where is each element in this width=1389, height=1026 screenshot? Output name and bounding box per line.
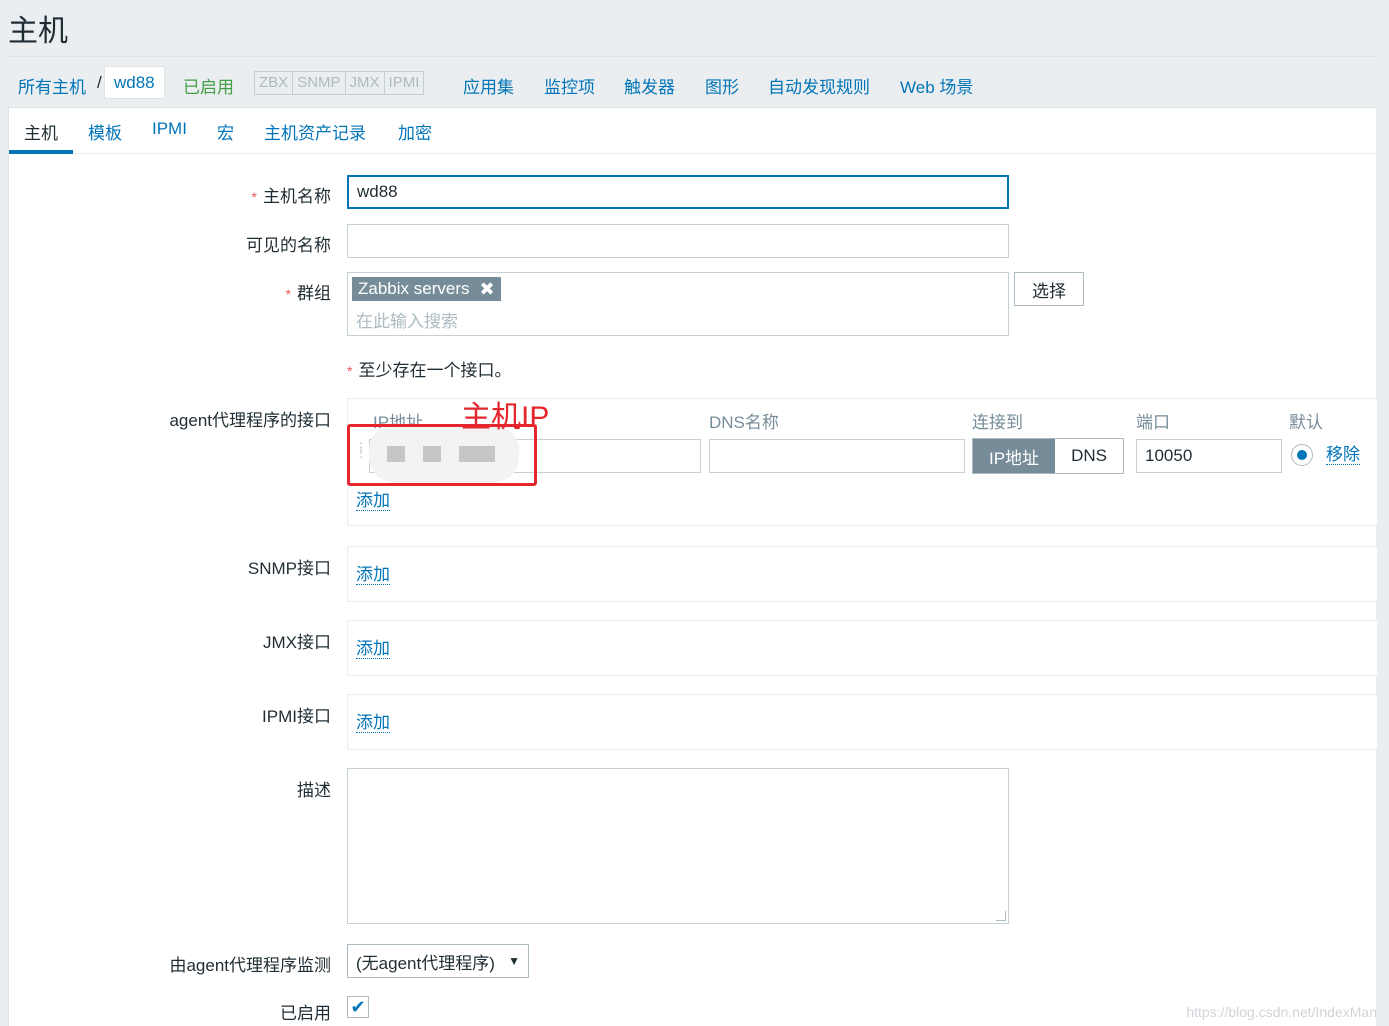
ipmi-interface-label: IPMI接口 [262, 707, 331, 726]
nav-triggers[interactable]: 触发器 [624, 73, 675, 98]
proxy-select[interactable]: (无agent代理程序) ▼ [347, 944, 529, 978]
group-chip: Zabbix servers ✖ [352, 277, 501, 301]
groups-label-text: 群组 [297, 284, 331, 303]
breadcrumb-all-hosts[interactable]: 所有主机 [18, 73, 86, 98]
description-label: 描述 [297, 781, 331, 800]
tab-macros[interactable]: 宏 [217, 119, 234, 144]
badge-snmp: SNMP [293, 72, 346, 94]
interfaces-hint-text: 至少存在一个接口。 [358, 361, 512, 380]
groups-search-placeholder[interactable]: 在此输入搜索 [356, 307, 458, 332]
group-chip-label: Zabbix servers [358, 279, 470, 298]
host-form-card: 主机 模板 IPMI 宏 主机资产记录 加密 * 主机名称 可见的名称 * 群组 Z… [8, 108, 1377, 1026]
tab-encryption[interactable]: 加密 [398, 119, 432, 144]
jmx-interface-box [347, 620, 1377, 676]
host-navigation-bar: 所有主机 / wd88 已启用 ZBX SNMP JMX IPMI 应用集 监控… [8, 56, 1376, 108]
snmp-interface-label: SNMP接口 [247, 559, 331, 578]
watermark: https://blog.csdn.net/IndexMan [1186, 1004, 1377, 1020]
port-input[interactable] [1136, 439, 1282, 473]
enabled-checkbox[interactable]: ✔ [347, 996, 369, 1018]
visible-name-input[interactable] [347, 224, 1009, 258]
tab-inventory[interactable]: 主机资产记录 [264, 119, 366, 144]
dropdown-arrow-icon: ▼ [508, 954, 520, 968]
groups-multiselect[interactable]: Zabbix servers ✖ 在此输入搜索 [347, 272, 1009, 336]
snmp-interface-box [347, 546, 1377, 602]
jmx-add-link[interactable]: 添加 [356, 640, 390, 659]
description-textarea[interactable] [347, 768, 1009, 924]
nav-graphs[interactable]: 图形 [705, 73, 739, 98]
tab-templates[interactable]: 模板 [88, 119, 122, 144]
availability-badges: ZBX SNMP JMX IPMI [254, 71, 425, 95]
host-tabs: 主机 模板 IPMI 宏 主机资产记录 加密 [9, 108, 1377, 154]
badge-ipmi: IPMI [388, 74, 420, 91]
breadcrumb-current-host[interactable]: wd88 [104, 66, 165, 99]
connect-dns-option[interactable]: DNS [1055, 439, 1123, 473]
nav-web-scenarios[interactable]: Web 场景 [900, 73, 973, 98]
ipmi-interface-box [347, 694, 1377, 750]
select-groups-button[interactable]: 选择 [1014, 272, 1084, 306]
hostname-label-text: 主机名称 [263, 187, 331, 206]
hostname-label: * 主机名称 [252, 182, 331, 207]
proxy-selected-value: (无agent代理程序) [356, 953, 495, 973]
nav-applications[interactable]: 应用集 [463, 73, 514, 98]
default-interface-radio[interactable] [1291, 444, 1313, 466]
required-asterisk: * [251, 189, 257, 205]
groups-label: * 群组 [286, 279, 331, 304]
active-tab-indicator [9, 150, 73, 154]
tab-host[interactable]: 主机 [24, 119, 58, 144]
ipmi-add-link[interactable]: 添加 [356, 714, 390, 733]
page-title: 主机 [8, 15, 68, 48]
dns-name-input[interactable] [709, 439, 965, 473]
required-asterisk: * [347, 363, 353, 379]
host-status-enabled[interactable]: 已启用 [183, 73, 234, 98]
nav-discovery-rules[interactable]: 自动发现规则 [768, 73, 870, 98]
nav-items[interactable]: 监控项 [544, 73, 595, 98]
badge-jmx: JMX [346, 72, 385, 94]
column-connect: 连接到 [972, 413, 1023, 432]
visible-name-label: 可见的名称 [246, 236, 331, 255]
column-default: 默认 [1289, 413, 1323, 432]
agent-interface-label: agent代理程序的接口 [169, 411, 331, 430]
remove-interface-link[interactable]: 移除 [1326, 446, 1360, 465]
radio-selected-dot [1297, 450, 1307, 460]
column-dns: DNS名称 [709, 413, 779, 432]
breadcrumb-separator: / [97, 73, 102, 92]
resize-grip-icon[interactable] [996, 911, 1006, 921]
checkmark-icon: ✔ [350, 996, 366, 1017]
remove-group-icon[interactable]: ✖ [479, 279, 494, 300]
page: 主机 所有主机 / wd88 已启用 ZBX SNMP JMX IPMI 应用集… [0, 0, 1389, 1026]
column-port: 端口 [1136, 413, 1170, 432]
connect-to-toggle: IP地址 DNS [972, 438, 1124, 474]
required-asterisk: * [285, 286, 291, 302]
hostname-input[interactable] [347, 175, 1009, 209]
proxy-label: 由agent代理程序监测 [169, 956, 331, 975]
badge-zbx: ZBX [255, 72, 294, 94]
enabled-label: 已启用 [280, 1004, 331, 1023]
interfaces-hint: * 至少存在一个接口。 [347, 356, 511, 381]
jmx-interface-label: JMX接口 [263, 633, 331, 652]
tab-ipmi[interactable]: IPMI [152, 119, 187, 139]
snmp-add-link[interactable]: 添加 [356, 566, 390, 585]
agent-add-link[interactable]: 添加 [356, 492, 390, 511]
connect-ip-option[interactable]: IP地址 [973, 439, 1056, 473]
annotation-label: 主机IP [461, 401, 550, 434]
